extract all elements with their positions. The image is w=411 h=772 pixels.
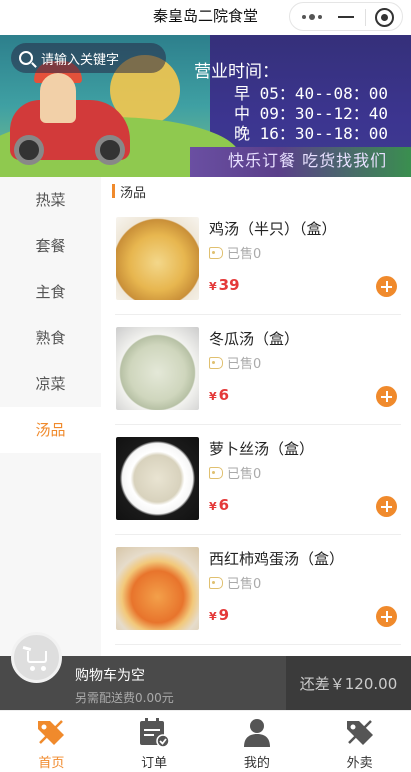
sold-count: 已售0 <box>209 463 261 482</box>
close-target-icon[interactable] <box>375 8 394 27</box>
category-item-set-meals[interactable]: 套餐 <box>0 223 101 269</box>
search-icon <box>19 51 33 65</box>
category-item-soups[interactable]: 汤品 <box>0 407 101 453</box>
checkout-button[interactable]: 还差￥120.00 <box>286 656 411 710</box>
dish-price: ¥6 <box>209 386 230 404</box>
hours-row-breakfast: 早 05：40--08：00 <box>234 84 388 103</box>
cart-bar: 购物车为空 另需配送费0.00元 还差￥120.00 <box>0 656 411 710</box>
hours-row-dinner: 晚 16：30--18：00 <box>234 124 388 143</box>
dish-price: ¥9 <box>209 606 230 624</box>
add-to-cart-button[interactable] <box>376 606 397 627</box>
banner-slogan: 快乐订餐 吃货找我们 <box>228 151 388 170</box>
add-to-cart-button[interactable] <box>376 496 397 517</box>
mini-program-capsule <box>289 2 403 31</box>
delivery-fee: 另需配送费0.00元 <box>75 691 174 705</box>
add-to-cart-button[interactable] <box>376 386 397 407</box>
sold-count: 已售0 <box>209 573 261 592</box>
cart-button[interactable] <box>11 632 62 683</box>
dish-image[interactable] <box>116 547 199 630</box>
tag-icon <box>209 246 223 259</box>
category-sidebar: 热菜 套餐 主食 熟食 凉菜 汤品 <box>0 177 101 656</box>
cart-icon <box>22 646 32 651</box>
order-calendar-icon <box>140 718 170 748</box>
section-title: 汤品 <box>120 185 147 201</box>
sold-count: 已售0 <box>209 243 261 262</box>
menu-item[interactable]: 萝卜丝汤（盒） 已售0 ¥6 <box>115 425 401 535</box>
user-icon <box>243 719 270 747</box>
tag-icon <box>209 576 223 589</box>
category-item-cold-dishes[interactable]: 凉菜 <box>0 361 101 407</box>
menu-item[interactable]: 西红柿鸡蛋汤（盒） 已售0 ¥9 <box>115 535 401 645</box>
more-icon[interactable] <box>302 14 322 20</box>
hours-title: 营业时间： <box>194 62 279 82</box>
tag-icon <box>209 356 223 369</box>
cart-info: 购物车为空 另需配送费0.00元 <box>75 665 174 706</box>
dish-name: 冬瓜汤（盒） <box>209 330 300 348</box>
menu-list: 汤品 鸡汤（半只）（盒） 已售0 ¥39 冬瓜汤（盒） 已售0 ¥6 萝卜丝汤（… <box>101 177 411 656</box>
category-item-staples[interactable]: 主食 <box>0 269 101 315</box>
title-bar: 秦皇岛二院食堂 <box>0 0 411 35</box>
dish-name: 萝卜丝汤（盒） <box>209 440 315 458</box>
dish-price: ¥39 <box>209 276 240 294</box>
category-item-hot-dishes[interactable]: 热菜 <box>0 177 101 223</box>
tab-bar: 首页 订单 我的 外卖 <box>0 710 411 772</box>
tab-orders[interactable]: 订单 <box>103 711 206 772</box>
dish-name: 西红柿鸡蛋汤（盒） <box>209 550 345 568</box>
tab-mine[interactable]: 我的 <box>206 711 309 772</box>
home-tag-icon <box>38 720 65 745</box>
tab-label: 我的 <box>243 756 270 771</box>
takeout-tag-icon <box>346 720 373 745</box>
tab-label: 外卖 <box>346 756 373 771</box>
category-item-cooked-food[interactable]: 熟食 <box>0 315 101 361</box>
dish-price: ¥6 <box>209 496 230 514</box>
section-header: 汤品 <box>101 177 411 205</box>
tab-home[interactable]: 首页 <box>0 711 103 772</box>
menu-item[interactable]: 鸡汤（半只）（盒） 已售0 ¥39 <box>115 205 401 315</box>
add-to-cart-button[interactable] <box>376 276 397 297</box>
capsule-divider <box>365 9 366 26</box>
menu-item[interactable]: 冬瓜汤（盒） 已售0 ¥6 <box>115 315 401 425</box>
dish-image[interactable] <box>116 217 199 300</box>
tab-label: 首页 <box>38 756 65 771</box>
dish-name: 鸡汤（半只）（盒） <box>209 220 337 238</box>
dish-image[interactable] <box>116 437 199 520</box>
sold-count: 已售0 <box>209 353 261 372</box>
tag-icon <box>209 466 223 479</box>
search-placeholder: 请输入关键字 <box>41 52 120 68</box>
hours-row-lunch: 中 09：30--12：40 <box>234 104 388 123</box>
tab-takeout[interactable]: 外卖 <box>308 711 411 772</box>
section-marker <box>112 184 115 198</box>
minimize-icon[interactable] <box>338 16 354 18</box>
tab-label: 订单 <box>141 756 168 771</box>
business-hours: 营业时间： 早 05：40--08：00 中 09：30--12：40 晚 16… <box>194 62 388 144</box>
dish-image[interactable] <box>116 327 199 410</box>
search-input[interactable]: 请输入关键字 <box>11 43 166 73</box>
cart-status: 购物车为空 <box>75 668 145 684</box>
